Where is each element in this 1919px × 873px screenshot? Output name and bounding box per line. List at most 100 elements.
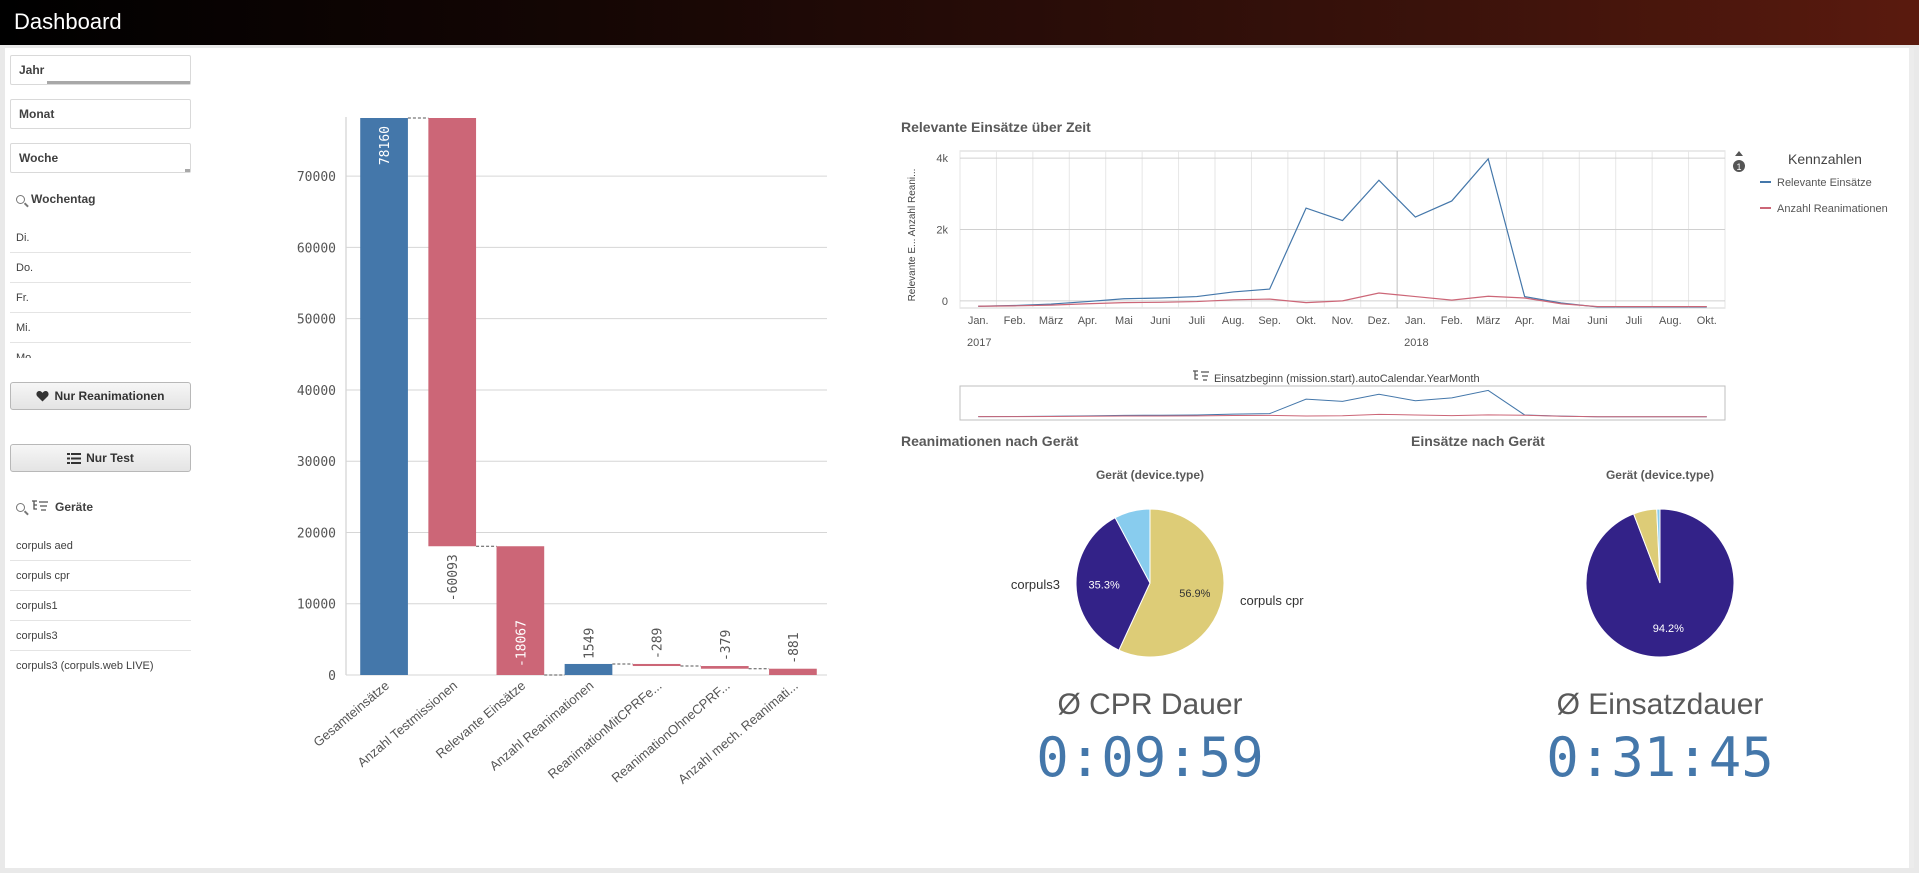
list-item[interactable]: corpuls3 (corpuls.web LIVE) [10,651,191,674]
x-tick-label: ReanimationMitCPRFe... [545,678,665,782]
pie-value-label: 35.3% [1089,579,1120,591]
bar [360,118,408,675]
list-item[interactable]: Do. [10,253,191,283]
x-tick-label: Apr. [1515,315,1535,327]
data-label: 78160 [378,126,393,165]
list-item[interactable]: Mo. [10,343,191,358]
x-tick-label: Anzahl mech. Reanimati... [675,678,801,785]
x-tick-label: ReanimationOhneCPRF... [608,678,732,785]
pie-einsaetze-title: Einsätze nach Gerät [1411,433,1545,449]
x-tick-label: Mai [1552,315,1570,327]
nur-test-label: Nur Test [86,451,134,465]
filter-jahr[interactable]: Jahr [10,55,191,85]
filter-woche-label: Woche [19,151,59,165]
list-item[interactable]: corpuls3 [10,621,191,651]
x-tick-label: März [1476,315,1500,327]
legend-title: Kennzahlen [1788,151,1862,167]
pie-category-label: corpuls cpr [1240,593,1304,608]
x-year-label: 2017 [967,337,991,349]
pie-chart-reanimationen[interactable]: Gerät (device.type) 56.9% 35.3% corpuls cpr… [990,460,1310,680]
filter-monat-label: Monat [19,107,55,121]
wochentag-title: Wochentag [31,192,96,206]
scrollbar-right[interactable] [1909,45,1919,873]
geraete-list[interactable]: corpuls aed corpuls cpr corpuls1 corpuls… [10,531,191,674]
pie-value-label: 56.9% [1179,588,1210,600]
filter-monat[interactable]: Monat [10,99,191,129]
bar [564,663,613,675]
y-tick-label: 10000 [297,598,336,613]
bar [700,666,749,669]
y-tick-label: 50000 [297,313,336,328]
y-tick-label: 20000 [297,526,336,541]
legend-scroll-arrow [1735,151,1743,156]
pie-value-label: 94.2% [1653,623,1684,635]
x-tick-label: Feb. [1004,315,1026,327]
data-label: -881 [787,632,802,663]
kpi-einsatz-label: Ø Einsatzdauer [1556,688,1764,721]
bar [428,118,477,547]
x-tick-label: Apr. [1078,315,1098,327]
y-tick-label: 70000 [297,170,336,185]
mini-series-line [978,389,1707,418]
mini-chart-frame [959,385,1726,421]
pie-chart-einsaetze[interactable]: Gerät (device.type) 94.2% [1500,460,1820,680]
x-tick-label: Juli [1189,315,1206,327]
nur-test-button[interactable]: Nur Test [10,444,191,472]
filter-woche-corner [185,169,190,172]
list-icon [67,453,82,464]
data-label: -60093 [446,554,461,601]
list-item[interactable]: corpuls1 [10,591,191,621]
list-item[interactable]: corpuls cpr [10,561,191,591]
filter-woche[interactable]: Woche [10,143,191,173]
x-axis-label: Einsatzbeginn (mission.start).autoCalend… [1214,373,1480,385]
x-tick-label: Dez. [1368,315,1391,327]
search-icon[interactable] [16,503,25,512]
x-tick-label: Juni [1150,315,1170,327]
wochentag-header[interactable]: Wochentag [16,192,95,206]
kpi-einsatz-value: 0:31:45 [1546,726,1774,789]
x-tick-label: Jan. [1405,315,1426,327]
y-tick-label: 0 [328,669,336,684]
series-line [978,157,1707,308]
x-tick-label: Nov. [1332,315,1354,327]
title-bar: Dashboard [0,0,1919,45]
y-tick-label: 2k [936,225,948,237]
list-item[interactable]: corpuls aed [10,531,191,561]
line-chart[interactable]: 0 2k 4k Relevante E... Anzahl Reani... Jan. F… [895,140,1905,430]
list-item[interactable]: Di. [10,223,191,253]
y-tick-label: 0 [942,296,948,308]
nur-reanimationen-button[interactable]: Nur Reanimationen [10,382,191,410]
geraete-header[interactable]: Geräte [16,500,93,514]
x-tick-label: Juli [1626,315,1643,327]
pie-category-label: corpuls3 [1011,577,1060,592]
pie-subtitle: Gerät (device.type) [1096,468,1204,482]
filter-jahr-label: Jahr [19,63,45,77]
filter-jahr-selection-bar [47,81,190,84]
legend-badge-count: 1 [1736,162,1741,172]
data-label: -379 [719,630,734,661]
data-label: -18067 [514,620,529,667]
geraete-title: Geräte [55,500,94,514]
kpi-cpr-value: 0:09:59 [1036,726,1264,789]
search-icon[interactable] [16,195,25,204]
list-item[interactable]: Mi. [10,313,191,343]
x-tick-label: Okt. [1296,315,1316,327]
pie-subtitle: Gerät (device.type) [1606,468,1714,482]
x-tick-label: März [1039,315,1063,327]
waterfall-chart[interactable]: 0 10000 20000 30000 40000 50000 60000 70000 7816… [270,105,840,785]
y-tick-label: 4k [936,153,948,165]
legend-item: Relevante Einsätze [1777,177,1872,189]
data-label: 1549 [583,628,598,659]
x-tick-label: Juni [1587,315,1607,327]
x-tick-label: Okt. [1697,315,1717,327]
data-label: -289 [651,628,666,659]
x-tick-label: Aug. [1659,315,1682,327]
list-item[interactable]: Fr. [10,283,191,313]
bar [632,663,681,667]
x-year-label: 2018 [1404,337,1428,349]
heart-icon [36,390,50,402]
line-chart-title: Relevante Einsätze über Zeit [901,119,1091,135]
series-line [978,292,1707,308]
wochentag-list[interactable]: Di. Do. Fr. Mi. Mo. [10,223,191,358]
drilldown-icon [1193,370,1209,381]
